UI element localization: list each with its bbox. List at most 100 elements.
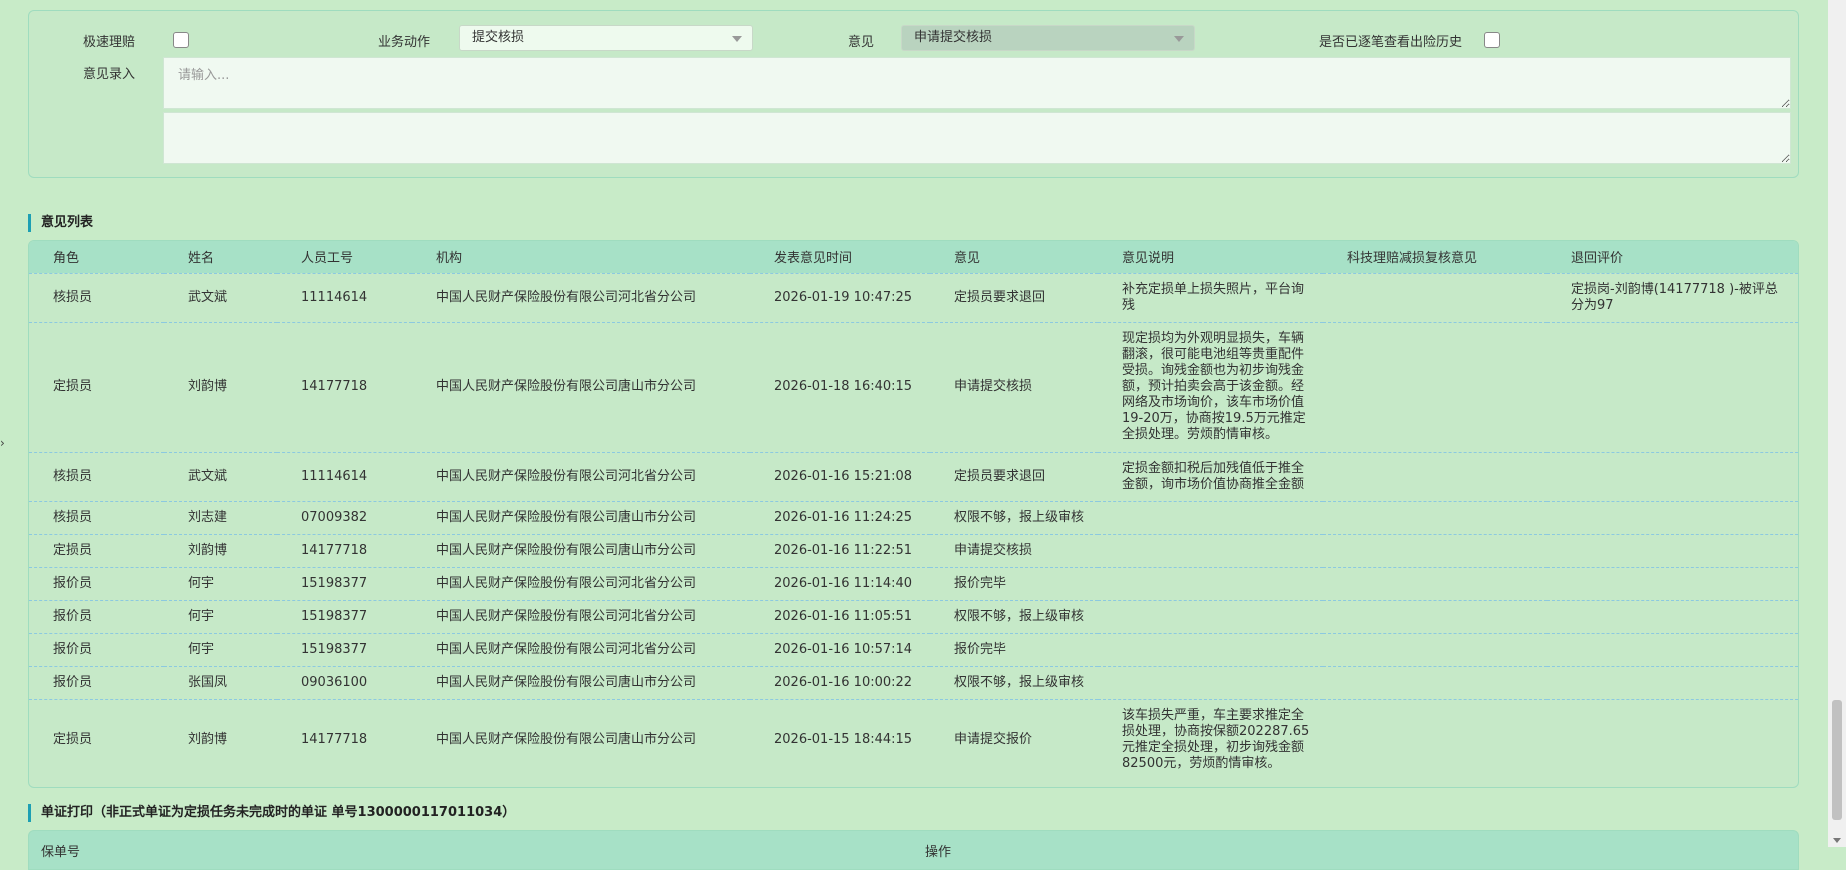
scroll-down-arrow-icon[interactable] bbox=[1833, 838, 1841, 843]
cell-description bbox=[1098, 633, 1323, 666]
cell-opinion: 权限不够，报上级审核 bbox=[954, 509, 1085, 525]
cell-name: 武文斌 bbox=[188, 289, 228, 305]
cell-return-eval bbox=[1547, 633, 1798, 666]
table-header-row: 角色 姓名 人员工号 机构 发表意见时间 意见 意见说明 科技理赔减损复核意见 … bbox=[29, 241, 1798, 273]
cell-opinion: 申请提交核损 bbox=[954, 542, 1033, 558]
cell-return-eval bbox=[1547, 452, 1798, 501]
cell-time: 2026-01-16 10:00:22 bbox=[774, 674, 913, 690]
cell-name: 刘韵博 bbox=[188, 542, 228, 558]
cell-opinion: 报价完毕 bbox=[954, 641, 1007, 657]
opinion-entry-textarea[interactable] bbox=[163, 57, 1791, 109]
cell-review bbox=[1323, 567, 1547, 600]
opinion-extra-textarea[interactable] bbox=[163, 112, 1791, 164]
table-row: 定损员 刘韵博 14177718 中国人民财产保险股份有限公司唐山市分公司 20… bbox=[29, 699, 1798, 781]
cell-opinion: 申请提交报价 bbox=[954, 732, 1033, 748]
cell-staff-id: 15198377 bbox=[301, 641, 368, 657]
table-row: 报价员 张国凤 09036100 中国人民财产保险股份有限公司唐山市分公司 20… bbox=[29, 666, 1798, 699]
page-scrollbar[interactable] bbox=[1828, 0, 1846, 847]
cell-description: 该车损失严重，车主要求推定全损处理，协商按保额202287.65元推定全损处理，… bbox=[1122, 708, 1310, 772]
col-header-name: 姓名 bbox=[188, 251, 215, 267]
cell-review bbox=[1323, 452, 1547, 501]
cell-description bbox=[1098, 666, 1323, 699]
cell-review bbox=[1323, 273, 1547, 322]
cell-org: 中国人民财产保险股份有限公司河北省分公司 bbox=[436, 575, 697, 591]
cell-return-eval bbox=[1547, 567, 1798, 600]
cell-review bbox=[1323, 501, 1547, 534]
cell-staff-id: 11114614 bbox=[301, 289, 368, 305]
cell-description bbox=[1098, 501, 1323, 534]
opinion-list-table: 角色 姓名 人员工号 机构 发表意见时间 意见 意见说明 科技理赔减损复核意见 … bbox=[29, 241, 1798, 781]
cell-org: 中国人民财产保险股份有限公司唐山市分公司 bbox=[436, 732, 697, 748]
cell-opinion: 定损员要求退回 bbox=[954, 468, 1046, 484]
fast-claim-checkbox[interactable] bbox=[173, 32, 189, 48]
table-row: 核损员 武文斌 11114614 中国人民财产保险股份有限公司河北省分公司 20… bbox=[29, 273, 1798, 322]
print-section-title: 单证打印（非正式单证为定损任务未完成时的单证 单号130000011701103… bbox=[28, 804, 515, 822]
cell-opinion: 报价完毕 bbox=[954, 575, 1007, 591]
opinion-list-title: 意见列表 bbox=[28, 214, 93, 232]
cell-description bbox=[1098, 567, 1323, 600]
opinion-select[interactable]: 申请提交核损 bbox=[901, 25, 1195, 51]
cell-review bbox=[1323, 699, 1547, 781]
cell-review bbox=[1323, 633, 1547, 666]
opinion-value: 申请提交核损 bbox=[914, 30, 993, 45]
col-header-org: 机构 bbox=[436, 251, 463, 267]
col-header-operation: 操作 bbox=[925, 845, 952, 860]
fast-claim-label: 极速理赔 bbox=[83, 35, 136, 50]
col-header-time: 发表意见时间 bbox=[774, 251, 853, 267]
cell-org: 中国人民财产保险股份有限公司唐山市分公司 bbox=[436, 674, 697, 690]
cell-description: 定损金额扣税后加残值低于推全金额，询市场价值协商推全金额 bbox=[1122, 460, 1305, 492]
business-action-label: 业务动作 bbox=[378, 35, 431, 50]
col-header-review: 科技理赔减损复核意见 bbox=[1347, 251, 1478, 267]
cell-review bbox=[1323, 322, 1547, 452]
opinion-entry-label: 意见录入 bbox=[83, 67, 136, 82]
cell-time: 2026-01-16 11:05:51 bbox=[774, 608, 913, 624]
cell-org: 中国人民财产保险股份有限公司河北省分公司 bbox=[436, 608, 697, 624]
left-edge-arrow-icon[interactable]: › bbox=[0, 436, 5, 450]
cell-role: 定损员 bbox=[53, 542, 93, 558]
cell-staff-id: 11114614 bbox=[301, 468, 368, 484]
cell-staff-id: 14177718 bbox=[301, 732, 368, 748]
cell-staff-id: 14177718 bbox=[301, 542, 368, 558]
cell-name: 刘志建 bbox=[188, 509, 228, 525]
cell-description bbox=[1098, 600, 1323, 633]
cell-staff-id: 14177718 bbox=[301, 379, 368, 394]
cell-description bbox=[1098, 534, 1323, 567]
cell-name: 武文斌 bbox=[188, 468, 228, 484]
business-action-value: 提交核损 bbox=[472, 30, 525, 45]
cell-role: 报价员 bbox=[53, 575, 93, 591]
cell-staff-id: 09036100 bbox=[301, 674, 368, 690]
opinion-form-panel: 极速理赔 业务动作 提交核损 意见 申请提交核损 是否已逐笔查看出险历史 意见录… bbox=[28, 10, 1799, 178]
cell-time: 2026-01-19 10:47:25 bbox=[774, 289, 913, 305]
cell-role: 定损员 bbox=[53, 379, 93, 394]
cell-description: 现定损均为外观明显损失，车辆翻滚，很可能电池组等贵重配件受损。询残金额也为初步询… bbox=[1122, 331, 1306, 442]
cell-role: 核损员 bbox=[53, 468, 93, 484]
chevron-down-icon bbox=[732, 36, 742, 42]
cell-return-eval bbox=[1547, 699, 1798, 781]
cell-name: 何宇 bbox=[188, 608, 215, 624]
cell-time: 2026-01-16 11:14:40 bbox=[774, 575, 913, 591]
cell-review bbox=[1323, 666, 1547, 699]
table-row: 核损员 刘志建 07009382 中国人民财产保险股份有限公司唐山市分公司 20… bbox=[29, 501, 1798, 534]
cell-org: 中国人民财产保险股份有限公司河北省分公司 bbox=[436, 289, 697, 305]
cell-return-eval bbox=[1547, 600, 1798, 633]
cell-opinion: 权限不够，报上级审核 bbox=[954, 674, 1085, 690]
cell-role: 报价员 bbox=[53, 641, 93, 657]
cell-time: 2026-01-16 15:21:08 bbox=[774, 468, 913, 484]
cell-org: 中国人民财产保险股份有限公司河北省分公司 bbox=[436, 468, 697, 484]
cell-return-eval bbox=[1547, 666, 1798, 699]
cell-role: 报价员 bbox=[53, 608, 93, 624]
table-row: 定损员 刘韵博 14177718 中国人民财产保险股份有限公司唐山市分公司 20… bbox=[29, 322, 1798, 452]
table-row: 核损员 武文斌 11114614 中国人民财产保险股份有限公司河北省分公司 20… bbox=[29, 452, 1798, 501]
cell-opinion: 权限不够，报上级审核 bbox=[954, 608, 1085, 624]
cell-description: 补充定损单上损失照片，平台询残 bbox=[1122, 281, 1305, 313]
business-action-select[interactable]: 提交核损 bbox=[459, 25, 753, 51]
scrollbar-thumb[interactable] bbox=[1832, 700, 1842, 820]
cell-name: 刘韵博 bbox=[188, 379, 228, 394]
cell-org: 中国人民财产保险股份有限公司唐山市分公司 bbox=[436, 542, 697, 558]
cell-name: 何宇 bbox=[188, 575, 215, 591]
cell-time: 2026-01-15 18:44:15 bbox=[774, 732, 913, 748]
cell-role: 核损员 bbox=[53, 509, 93, 525]
cell-time: 2026-01-16 10:57:14 bbox=[774, 641, 913, 657]
cell-opinion: 申请提交核损 bbox=[954, 379, 1033, 394]
history-viewed-checkbox[interactable] bbox=[1484, 32, 1500, 48]
